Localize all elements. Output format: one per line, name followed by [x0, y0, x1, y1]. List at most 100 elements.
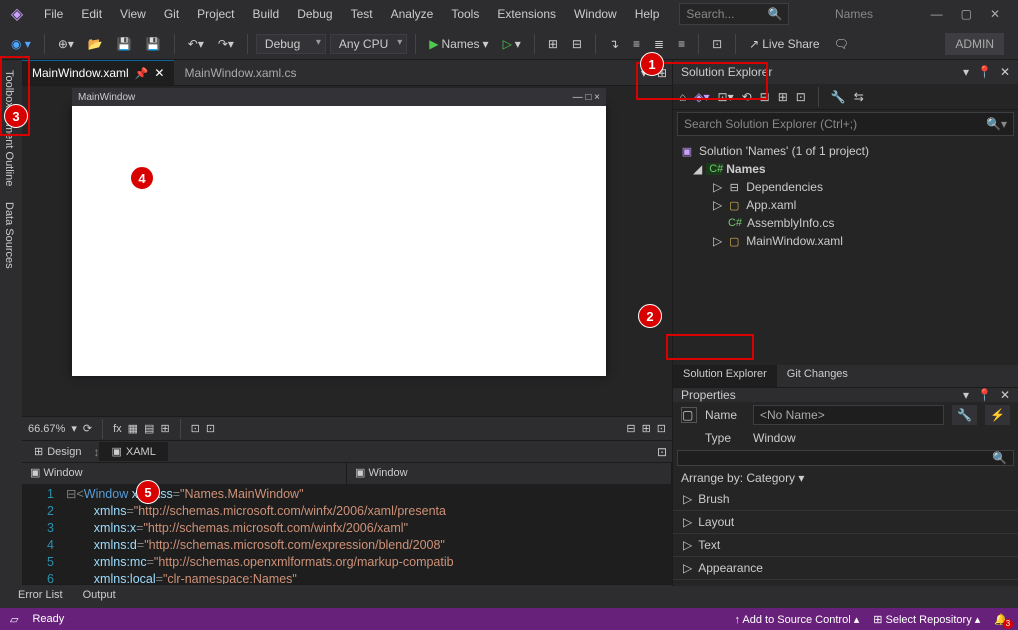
prop-icon[interactable]: ⇆ — [854, 90, 864, 104]
project-node[interactable]: Names — [726, 162, 765, 176]
maximize-button[interactable]: ▢ — [961, 7, 972, 21]
open-button[interactable]: 📂 — [83, 34, 108, 54]
back-icon[interactable]: ⊡ — [796, 90, 806, 104]
redo-button[interactable]: ↷▾ — [213, 34, 239, 54]
menu-build[interactable]: Build — [245, 3, 288, 25]
search-input[interactable]: Search... 🔍 — [679, 3, 789, 25]
guides2-icon[interactable]: ⊡ — [206, 422, 215, 435]
wrench-icon[interactable]: 🔧 — [952, 405, 977, 425]
properties-header: Properties ▾📍✕ — [673, 388, 1018, 402]
close-button[interactable]: ✕ — [990, 7, 1000, 21]
design-window-titlebar: MainWindow — □ × — [72, 88, 606, 106]
split-h-icon[interactable]: ⊟ — [626, 422, 635, 435]
xaml-tab[interactable]: ▣ XAML — [99, 442, 167, 461]
tb-icon-7[interactable]: ⊡ — [707, 34, 727, 54]
arrange-by[interactable]: Arrange by: Category ▾ — [673, 468, 1018, 488]
tab-git-changes[interactable]: Git Changes — [777, 365, 858, 387]
properties-search[interactable]: 🔍 — [677, 450, 1014, 466]
design-surface[interactable]: MainWindow — □ × — [72, 106, 606, 376]
cat-brush[interactable]: ▷Brush — [673, 488, 1018, 511]
line-gutter: 123456 — [22, 484, 62, 584]
error-list-tab[interactable]: Error List — [8, 586, 73, 608]
nav-back-button[interactable]: ◉ ▾ — [6, 34, 36, 54]
undo-button[interactable]: ↶▾ — [183, 34, 209, 54]
fx-icon[interactable]: fx — [113, 423, 122, 435]
pane-dropdown-icon[interactable]: ▾ — [963, 65, 969, 79]
callout-1: 1 — [640, 52, 664, 76]
tb-icon-1[interactable]: ⊞ — [543, 34, 563, 54]
design-tab[interactable]: ⊞ Design — [22, 442, 93, 461]
pane-pin-icon[interactable]: 📍 — [977, 65, 992, 79]
output-tab[interactable]: Output — [73, 586, 126, 608]
tb-icon-5[interactable]: ≣ — [649, 34, 669, 54]
tb-icon-3[interactable]: ↴ — [604, 34, 624, 54]
solution-search-input[interactable]: Search Solution Explorer (Ctrl+;)🔍▾ — [677, 112, 1014, 136]
grid-icon[interactable]: ▦ — [128, 422, 138, 435]
tab-solution-explorer[interactable]: Solution Explorer — [673, 365, 777, 387]
tree-mainwindow-xaml[interactable]: MainWindow.xaml — [746, 234, 843, 248]
menu-help[interactable]: Help — [627, 3, 668, 25]
zoom-level[interactable]: 66.67% — [28, 423, 65, 435]
minimize-button[interactable]: — — [931, 7, 943, 21]
tb-icon-2[interactable]: ⊟ — [567, 34, 587, 54]
start-nodebug-button[interactable]: ▷▾ — [498, 34, 526, 54]
pin-icon[interactable]: 📌 — [135, 67, 149, 80]
tb-icon-6[interactable]: ≡ — [673, 34, 690, 54]
start-debug-button[interactable]: ▶Names ▾ — [424, 34, 493, 54]
wrench-icon[interactable]: 🔧 — [831, 90, 846, 104]
feedback-button[interactable]: 🗨 — [829, 34, 854, 54]
xaml-code-editor[interactable]: 123456 ⊟<Window x:Class="Names.MainWindo… — [22, 484, 672, 584]
zoom-fit-icon[interactable]: ⟳ — [83, 422, 92, 435]
doc-tab-mainwindow-xaml[interactable]: MainWindow.xaml 📌 ✕ — [22, 60, 174, 85]
tree-dependencies[interactable]: Dependencies — [746, 180, 823, 194]
nav-type-combo[interactable]: ▣ Window — [22, 463, 347, 484]
solution-root[interactable]: Solution 'Names' (1 of 1 project) — [699, 144, 869, 158]
cat-layout[interactable]: ▷Layout — [673, 511, 1018, 534]
config-combo[interactable]: Debug — [256, 34, 326, 54]
popout-icon[interactable]: ⊡ — [652, 442, 672, 462]
doc-tab-mainwindow-cs[interactable]: MainWindow.xaml.cs — [174, 61, 306, 85]
snap2-icon[interactable]: ⊞ — [160, 422, 169, 435]
menu-extensions[interactable]: Extensions — [489, 3, 564, 25]
bottom-panel-tabs: Error List Output — [0, 586, 1018, 608]
pane-close-icon[interactable]: ✕ — [1000, 65, 1010, 79]
search-icon: 🔍 — [767, 7, 782, 21]
showall-icon[interactable]: ⊞ — [778, 90, 788, 104]
menu-test[interactable]: Test — [343, 3, 381, 25]
nav-member-combo[interactable]: ▣ Window — [347, 463, 672, 484]
live-share-button[interactable]: ↗ Live Share — [744, 34, 824, 54]
guides-icon[interactable]: ⊡ — [191, 422, 200, 435]
menu-view[interactable]: View — [112, 3, 154, 25]
menu-window[interactable]: Window — [566, 3, 625, 25]
notifications-icon[interactable]: 🔔3 — [994, 613, 1008, 626]
new-item-button[interactable]: ⊕▾ — [53, 34, 79, 54]
prop-name-input[interactable]: <No Name> — [753, 405, 944, 425]
solution-tree[interactable]: ▣Solution 'Names' (1 of 1 project) ◢C#Na… — [673, 138, 1018, 365]
callout-3: 3 — [4, 104, 28, 128]
close-tab-icon[interactable]: ✕ — [154, 66, 164, 80]
data-sources-tab[interactable]: Data Sources — [0, 194, 22, 277]
menu-tools[interactable]: Tools — [443, 3, 487, 25]
split-v-icon[interactable]: ⊞ — [642, 422, 651, 435]
menu-analyze[interactable]: Analyze — [383, 3, 442, 25]
tree-assemblyinfo[interactable]: AssemblyInfo.cs — [747, 216, 834, 230]
menu-debug[interactable]: Debug — [289, 3, 340, 25]
menu-git[interactable]: Git — [156, 3, 187, 25]
tb-icon-4[interactable]: ≡ — [628, 34, 645, 54]
menu-file[interactable]: File — [36, 3, 71, 25]
save-all-button[interactable]: 💾 — [141, 34, 166, 54]
save-button[interactable]: 💾 — [112, 34, 137, 54]
snap-icon[interactable]: ▤ — [144, 422, 154, 435]
add-source-control[interactable]: ↑ Add to Source Control ▴ — [734, 613, 859, 626]
split-swap-icon[interactable]: ⊡ — [657, 422, 666, 435]
designer-canvas-area[interactable]: MainWindow — □ × — [22, 86, 672, 416]
cat-appearance[interactable]: ▷Appearance — [673, 557, 1018, 580]
select-repository[interactable]: ⊞ Select Repository ▴ — [873, 613, 980, 626]
tree-app-xaml[interactable]: App.xaml — [746, 198, 796, 212]
admin-badge[interactable]: ADMIN — [945, 33, 1004, 55]
platform-combo[interactable]: Any CPU — [330, 34, 407, 54]
cat-text[interactable]: ▷Text — [673, 534, 1018, 557]
menu-project[interactable]: Project — [189, 3, 242, 25]
menu-edit[interactable]: Edit — [73, 3, 110, 25]
events-icon[interactable]: ⚡ — [985, 405, 1010, 425]
